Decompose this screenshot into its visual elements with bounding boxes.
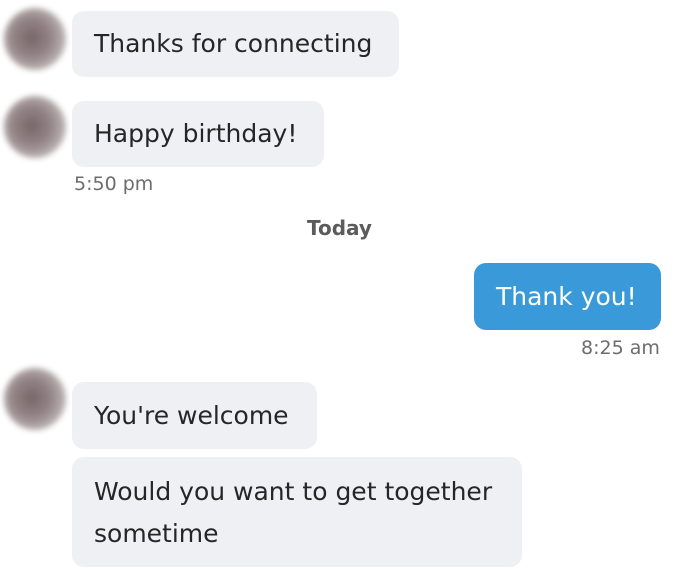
day-divider: Today bbox=[307, 216, 372, 240]
message-timestamp: 5:50 pm bbox=[74, 173, 154, 195]
outgoing-message[interactable]: Thank you! bbox=[474, 263, 661, 330]
incoming-message[interactable]: Thanks for connecting bbox=[72, 11, 399, 77]
message-timestamp: 8:25 am bbox=[581, 337, 660, 359]
message-thread: Thanks for connecting Happy birthday! 5:… bbox=[0, 0, 675, 570]
incoming-message[interactable]: You're welcome bbox=[72, 382, 317, 449]
contact-avatar[interactable] bbox=[4, 96, 66, 158]
contact-avatar[interactable] bbox=[4, 8, 66, 70]
incoming-message[interactable]: Happy birthday! bbox=[72, 101, 324, 167]
contact-avatar[interactable] bbox=[4, 368, 66, 430]
incoming-message[interactable]: Would you want to get together sometime bbox=[72, 457, 522, 567]
